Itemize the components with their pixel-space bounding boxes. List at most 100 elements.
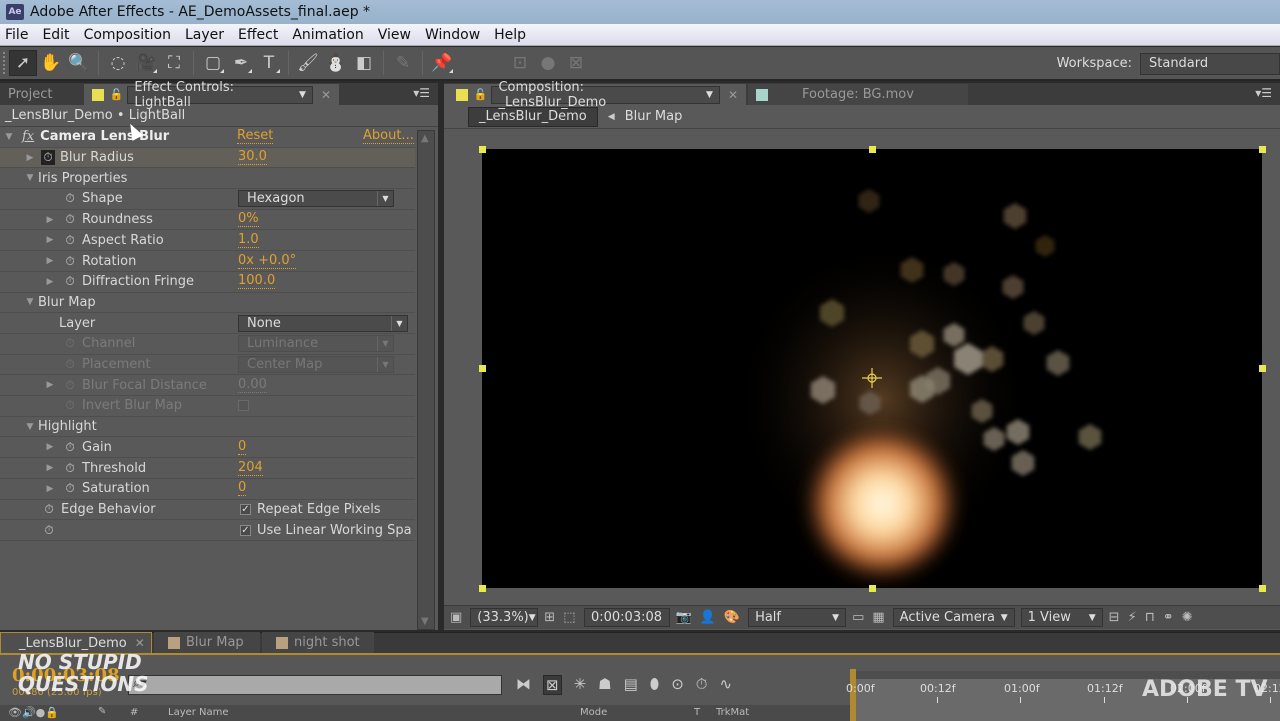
brainstorm-icon[interactable]: ⬮ (650, 675, 659, 695)
expand-triangle-icon[interactable]: ▶ (45, 277, 55, 287)
expand-triangle-icon[interactable]: ▶ (45, 484, 55, 494)
selection-tool-icon[interactable]: ➚ (9, 50, 37, 76)
hand-tool-icon[interactable]: ✋ (37, 50, 65, 76)
menu-file[interactable]: File (0, 27, 35, 43)
transparency-grid-icon[interactable]: ▦ (872, 610, 884, 625)
composition-dropdown[interactable]: Composition: _LensBlur_Demo ▼ (491, 80, 720, 110)
effect-controls-dropdown[interactable]: Effect Controls: LightBall ▼ (127, 80, 313, 110)
rectangle-tool-icon[interactable]: ▢ (199, 50, 227, 76)
toggle-mask-visibility-icon[interactable]: ⬚ (563, 610, 575, 625)
property-row-aspect-ratio[interactable]: ▶ ⏱ Aspect Ratio 1.0 (0, 231, 415, 252)
layer-handle-middle-right[interactable] (1259, 365, 1266, 372)
property-row-layer[interactable]: Layer None ▼ (0, 313, 415, 334)
reset-link[interactable]: Reset (237, 129, 274, 145)
property-row-threshold[interactable]: ▶ ⏱ Threshold 204 (0, 458, 415, 479)
snapshot-camera-icon[interactable]: 📷 (676, 610, 692, 625)
stopwatch-icon[interactable]: ⏱ (63, 212, 77, 227)
title-action-safe-icon[interactable]: ⊞ (544, 610, 555, 625)
motion-blur-icon[interactable]: ▤ (624, 675, 638, 695)
stopwatch-icon[interactable]: ⏱ (63, 461, 77, 476)
stopwatch-icon[interactable]: ⏱ (63, 191, 77, 206)
type-tool-icon[interactable]: T (255, 50, 283, 76)
stopwatch-icon[interactable]: ⏱ (42, 502, 56, 517)
panel-menu-icon[interactable]: ▾☰ (1255, 86, 1272, 100)
expand-triangle-icon[interactable]: ▶ (45, 463, 55, 473)
effect-header-row[interactable]: ▼ fx Camera Lens Blur Reset About... (0, 127, 415, 148)
shy-layers-icon[interactable]: ✳ (574, 675, 587, 695)
channel-rgb-icon[interactable]: 🎨 (724, 610, 740, 625)
stopwatch-icon[interactable]: ⏱ (63, 440, 77, 455)
region-of-interest-icon[interactable]: ▭ (852, 610, 864, 625)
zoom-tool-icon[interactable]: 🔍 (65, 50, 93, 76)
roto-brush-tool-icon[interactable]: ✎ (389, 50, 417, 76)
layer-handle-bottom-center[interactable] (869, 585, 876, 592)
fast-previews-icon[interactable]: ⚡ (1128, 610, 1137, 625)
expand-triangle-icon[interactable]: ▶ (45, 256, 55, 266)
close-tab-icon[interactable]: ✕ (135, 636, 145, 650)
close-tab-icon[interactable]: ✕ (728, 88, 738, 102)
rotation-tool-icon[interactable]: ◌ (104, 50, 132, 76)
expand-triangle-icon[interactable]: ▶ (45, 215, 55, 225)
camera-view-dropdown[interactable]: Active Camera ▼ (892, 608, 1015, 627)
tab-project[interactable]: Project (0, 84, 84, 105)
property-row-placement[interactable]: ⏱ Placement Center Map ▼ (0, 355, 415, 376)
layer-handle-middle-left[interactable] (479, 365, 486, 372)
stopwatch-icon[interactable]: ⏱ (63, 254, 77, 269)
lock-icon[interactable]: 🔓 (110, 88, 124, 101)
threshold-value[interactable]: 204 (238, 460, 263, 476)
property-row-shape[interactable]: ⏱ Shape Hexagon ▼ (0, 189, 415, 210)
column-layer-name[interactable]: Layer Name (168, 707, 229, 718)
toggle-pixel-aspect-icon[interactable]: ⊟ (1109, 610, 1120, 625)
property-row-diffraction-fringe[interactable]: ▶ ⏱ Diffraction Fringe 100.0 (0, 272, 415, 293)
expand-triangle-icon[interactable]: ▶ (45, 380, 55, 390)
gain-value[interactable]: 0 (238, 439, 247, 455)
stopwatch-icon[interactable]: ⏱ (63, 274, 77, 289)
blur-map-layer-dropdown[interactable]: None ▼ (238, 314, 408, 332)
group-row-blur-map[interactable]: ▼ Blur Map (0, 293, 415, 314)
column-trkmat[interactable]: TrkMat (716, 707, 749, 718)
current-time-indicator[interactable] (850, 669, 856, 721)
composition-mini-flowchart-icon[interactable]: ⧓ (516, 675, 531, 695)
column-mode[interactable]: Mode (580, 707, 607, 718)
linear-working-space-toggle[interactable]: ✓ Use Linear Working Spa (240, 523, 412, 538)
aspect-ratio-value[interactable]: 1.0 (238, 232, 259, 248)
tab-footage[interactable]: Footage: BG.mov (748, 84, 968, 105)
tab-effect-controls[interactable]: 🔓 Effect Controls: LightBall ▼ ✕ (84, 80, 339, 110)
stopwatch-icon[interactable]: ⏱ (63, 481, 77, 496)
group-row-highlight[interactable]: ▼ Highlight (0, 417, 415, 438)
layer-handle-top-right[interactable] (1259, 146, 1266, 153)
world-axis-icon[interactable]: ● (534, 50, 562, 76)
property-row-saturation[interactable]: ▶ ⏱ Saturation 0 (0, 479, 415, 500)
stopwatch-icon[interactable]: ⏱ (42, 523, 56, 538)
pen-tool-icon[interactable]: ✒ (227, 50, 255, 76)
about-link[interactable]: About... (363, 129, 414, 145)
auto-keyframe-icon[interactable]: ⊙ (671, 675, 684, 695)
puppet-pin-tool-icon[interactable]: 📌 (428, 50, 456, 76)
layer-handle-top-center[interactable] (869, 146, 876, 153)
menu-view[interactable]: View (371, 27, 418, 43)
scroll-up-icon[interactable]: ▲ (421, 133, 429, 144)
brush-tool-icon[interactable]: 🖌 (294, 50, 322, 76)
layer-handle-bottom-right[interactable] (1259, 585, 1266, 592)
menu-edit[interactable]: Edit (35, 27, 76, 43)
menu-window[interactable]: Window (418, 27, 487, 43)
draft-3d-icon[interactable]: ⊠ (543, 675, 562, 695)
stopwatch-icon[interactable]: ⏱ (696, 675, 708, 695)
flowchart-icon[interactable]: ⚭ (1163, 610, 1174, 625)
effect-controls-scrollbar[interactable]: ▲ ▼ (417, 130, 435, 630)
comp-nav-current[interactable]: _LensBlur_Demo (468, 106, 598, 127)
layer-handle-bottom-left[interactable] (479, 585, 486, 592)
menu-help[interactable]: Help (487, 27, 533, 43)
view-layout-dropdown[interactable]: 1 View ▼ (1020, 608, 1103, 627)
expand-triangle-icon[interactable]: ▼ (25, 173, 35, 183)
current-time-display[interactable]: 0:00:03:08 (583, 608, 670, 627)
timeline-tab-night-shot[interactable]: night shot (262, 632, 374, 653)
layer-handle-top-left[interactable] (479, 146, 486, 153)
stopwatch-icon[interactable]: ⏱ (41, 150, 55, 166)
tab-composition[interactable]: 🔓 Composition: _LensBlur_Demo ▼ ✕ (444, 80, 746, 110)
menu-layer[interactable]: Layer (178, 27, 231, 43)
eraser-tool-icon[interactable]: ◧ (350, 50, 378, 76)
camera-tool-icon[interactable]: 🎥 (132, 50, 160, 76)
clone-stamp-tool-icon[interactable]: ⛄ (322, 50, 350, 76)
expand-triangle-icon[interactable]: ▼ (4, 132, 14, 142)
